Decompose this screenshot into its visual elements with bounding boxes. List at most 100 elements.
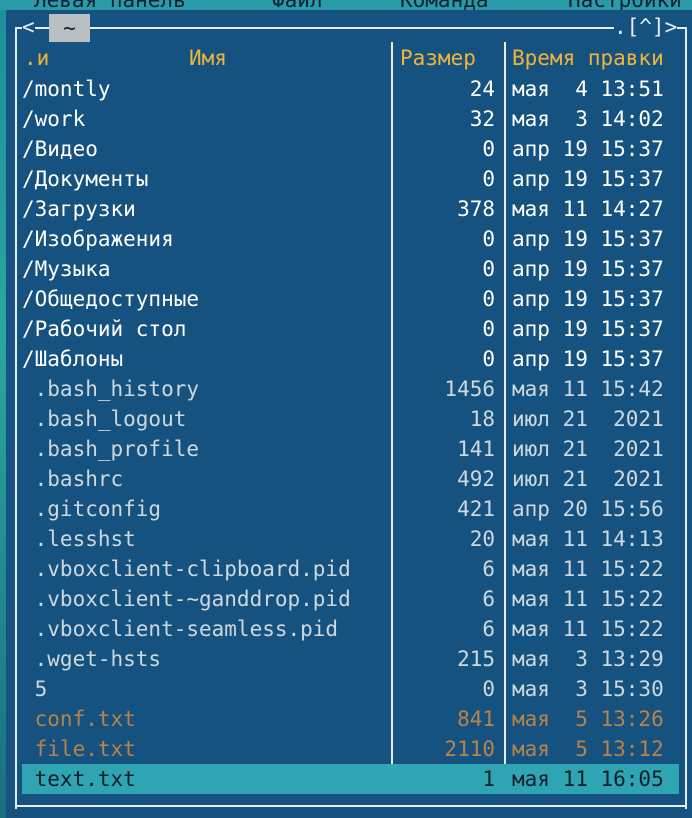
file-row[interactable]: .bash_profile 141 июл 21 2021 [22, 434, 679, 464]
file-name: /Изображения [22, 227, 174, 251]
file-mtime: апр 20 15:56 [512, 497, 664, 521]
file-size: 0 [482, 287, 495, 311]
file-row[interactable]: .lesshst 20 мая 11 14:13 [22, 524, 679, 554]
file-size: 378 [457, 197, 495, 221]
file-name: .vboxclient-seamless.pid [22, 617, 339, 641]
file-row[interactable]: /Видео 0 апр 19 15:37 [22, 134, 679, 164]
file-size: 0 [482, 257, 495, 281]
file-size: 1 [482, 767, 495, 791]
column-header-name[interactable]: Имя [189, 44, 227, 72]
sort-indicator[interactable]: .и [24, 44, 49, 72]
file-row-selected[interactable]: text.txt 1 мая 11 16:05 [22, 764, 679, 794]
menu-bar: Левая панель Файл Команда Настройки [0, 0, 692, 10]
column-header-size[interactable]: Размер [400, 44, 476, 72]
file-size: 0 [482, 347, 495, 371]
file-name: 5 [22, 677, 48, 701]
menu-settings[interactable]: Настройки [568, 0, 682, 10]
file-size: 32 [469, 107, 495, 131]
file-mtime: апр 19 15:37 [512, 227, 664, 251]
file-size: 0 [482, 137, 495, 161]
file-mtime: мая 4 13:51 [512, 77, 664, 101]
menu-file[interactable]: Файл [272, 0, 323, 10]
file-name: .lesshst [22, 527, 136, 551]
file-row[interactable]: /Изображения 0 апр 19 15:37 [22, 224, 679, 254]
file-mtime: апр 19 15:37 [512, 257, 664, 281]
file-size: 6 [482, 587, 495, 611]
panel-frame-left [15, 27, 17, 809]
file-row[interactable]: .vboxclient-clipboard.pid 6 мая 11 15:22 [22, 554, 679, 584]
file-name: conf.txt [22, 707, 136, 731]
file-mtime: апр 19 15:37 [512, 137, 664, 161]
file-size: 2110 [444, 737, 495, 761]
file-row[interactable]: .bashrc 492 июл 21 2021 [22, 464, 679, 494]
file-size: 0 [482, 677, 495, 701]
file-size: 0 [482, 317, 495, 341]
file-mtime: апр 19 15:37 [512, 287, 664, 311]
file-row[interactable]: /Шаблоны 0 апр 19 15:37 [22, 344, 679, 374]
file-row[interactable]: file.txt 2110 мая 5 13:12 [22, 734, 679, 764]
file-name: /Музыка [22, 257, 111, 281]
file-row[interactable]: .gitconfig 421 апр 20 15:56 [22, 494, 679, 524]
file-size: 492 [457, 467, 495, 491]
file-size: 0 [482, 167, 495, 191]
file-row[interactable]: .vboxclient-~ganddrop.pid 6 мая 11 15:22 [22, 584, 679, 614]
file-name: .vboxclient-~ganddrop.pid [22, 587, 351, 611]
file-row[interactable]: /Документы 0 апр 19 15:37 [22, 164, 679, 194]
panel-frame-top [16, 27, 686, 29]
menu-left-panel[interactable]: Левая панель [34, 0, 186, 10]
file-row[interactable]: /work 32 мая 3 14:02 [22, 104, 679, 134]
file-mtime: мая 3 15:30 [512, 677, 664, 701]
file-mtime: мая 11 16:05 [512, 767, 664, 791]
file-size: 20 [469, 527, 495, 551]
file-name: .bash_profile [22, 437, 200, 461]
file-name: /Видео [22, 137, 98, 161]
file-row[interactable]: .vboxclient-seamless.pid 6 мая 11 15:22 [22, 614, 679, 644]
file-size: 6 [482, 617, 495, 641]
file-name: /Рабочий стол [22, 317, 187, 341]
file-row[interactable]: .bash_history 1456 мая 11 15:42 [22, 374, 679, 404]
file-mtime: мая 3 14:02 [512, 107, 664, 131]
file-name: .bashrc [22, 467, 124, 491]
panel-corner-left[interactable]: < [22, 14, 35, 40]
file-size: 421 [457, 497, 495, 521]
file-name: .wget-hsts [22, 647, 162, 671]
file-size: 0 [482, 227, 495, 251]
panel-path[interactable]: ~ [49, 14, 90, 42]
file-mtime: мая 5 13:12 [512, 737, 664, 761]
column-header-mtime[interactable]: Время правки [512, 44, 664, 72]
file-mtime: мая 5 13:26 [512, 707, 664, 731]
panel-frame-right [685, 27, 687, 809]
file-row[interactable]: /Загрузки 378 мая 11 14:27 [22, 194, 679, 224]
file-row[interactable]: /Общедоступные 0 апр 19 15:37 [22, 284, 679, 314]
file-name: .gitconfig [22, 497, 162, 521]
file-mtime: апр 19 15:37 [512, 347, 664, 371]
file-name: .bash_logout [22, 407, 187, 431]
file-mtime: мая 11 15:22 [512, 557, 664, 581]
file-row[interactable]: /Рабочий стол 0 апр 19 15:37 [22, 314, 679, 344]
file-name: /work [22, 107, 86, 131]
file-row[interactable]: conf.txt 841 мая 5 13:26 [22, 704, 679, 734]
file-name: /Документы [22, 167, 149, 191]
file-row[interactable]: .wget-hsts 215 мая 3 13:29 [22, 644, 679, 674]
file-size: 6 [482, 557, 495, 581]
file-mtime: мая 11 15:42 [512, 377, 664, 401]
file-name: /Загрузки [22, 197, 136, 221]
file-size: 1456 [444, 377, 495, 401]
file-name: text.txt [22, 767, 136, 791]
file-mtime: мая 11 15:22 [512, 617, 664, 641]
file-size: 841 [457, 707, 495, 731]
file-row[interactable]: /montly 24 мая 4 13:51 [22, 74, 679, 104]
file-mtime: июл 21 2021 [512, 407, 664, 431]
panel-corner-right[interactable]: .[^]> [614, 14, 678, 40]
file-size: 141 [457, 437, 495, 461]
file-mtime: мая 11 14:27 [512, 197, 664, 221]
file-row[interactable]: 5 0 мая 3 15:30 [22, 674, 679, 704]
file-mtime: мая 11 15:22 [512, 587, 664, 611]
file-mtime: апр 19 15:37 [512, 317, 664, 341]
menu-command[interactable]: Команда [400, 0, 489, 10]
file-row[interactable]: .bash_logout 18 июл 21 2021 [22, 404, 679, 434]
file-name: /Общедоступные [22, 287, 200, 311]
file-row[interactable]: /Музыка 0 апр 19 15:37 [22, 254, 679, 284]
file-mtime: мая 11 14:13 [512, 527, 664, 551]
panel-frame-bottom [16, 805, 686, 807]
